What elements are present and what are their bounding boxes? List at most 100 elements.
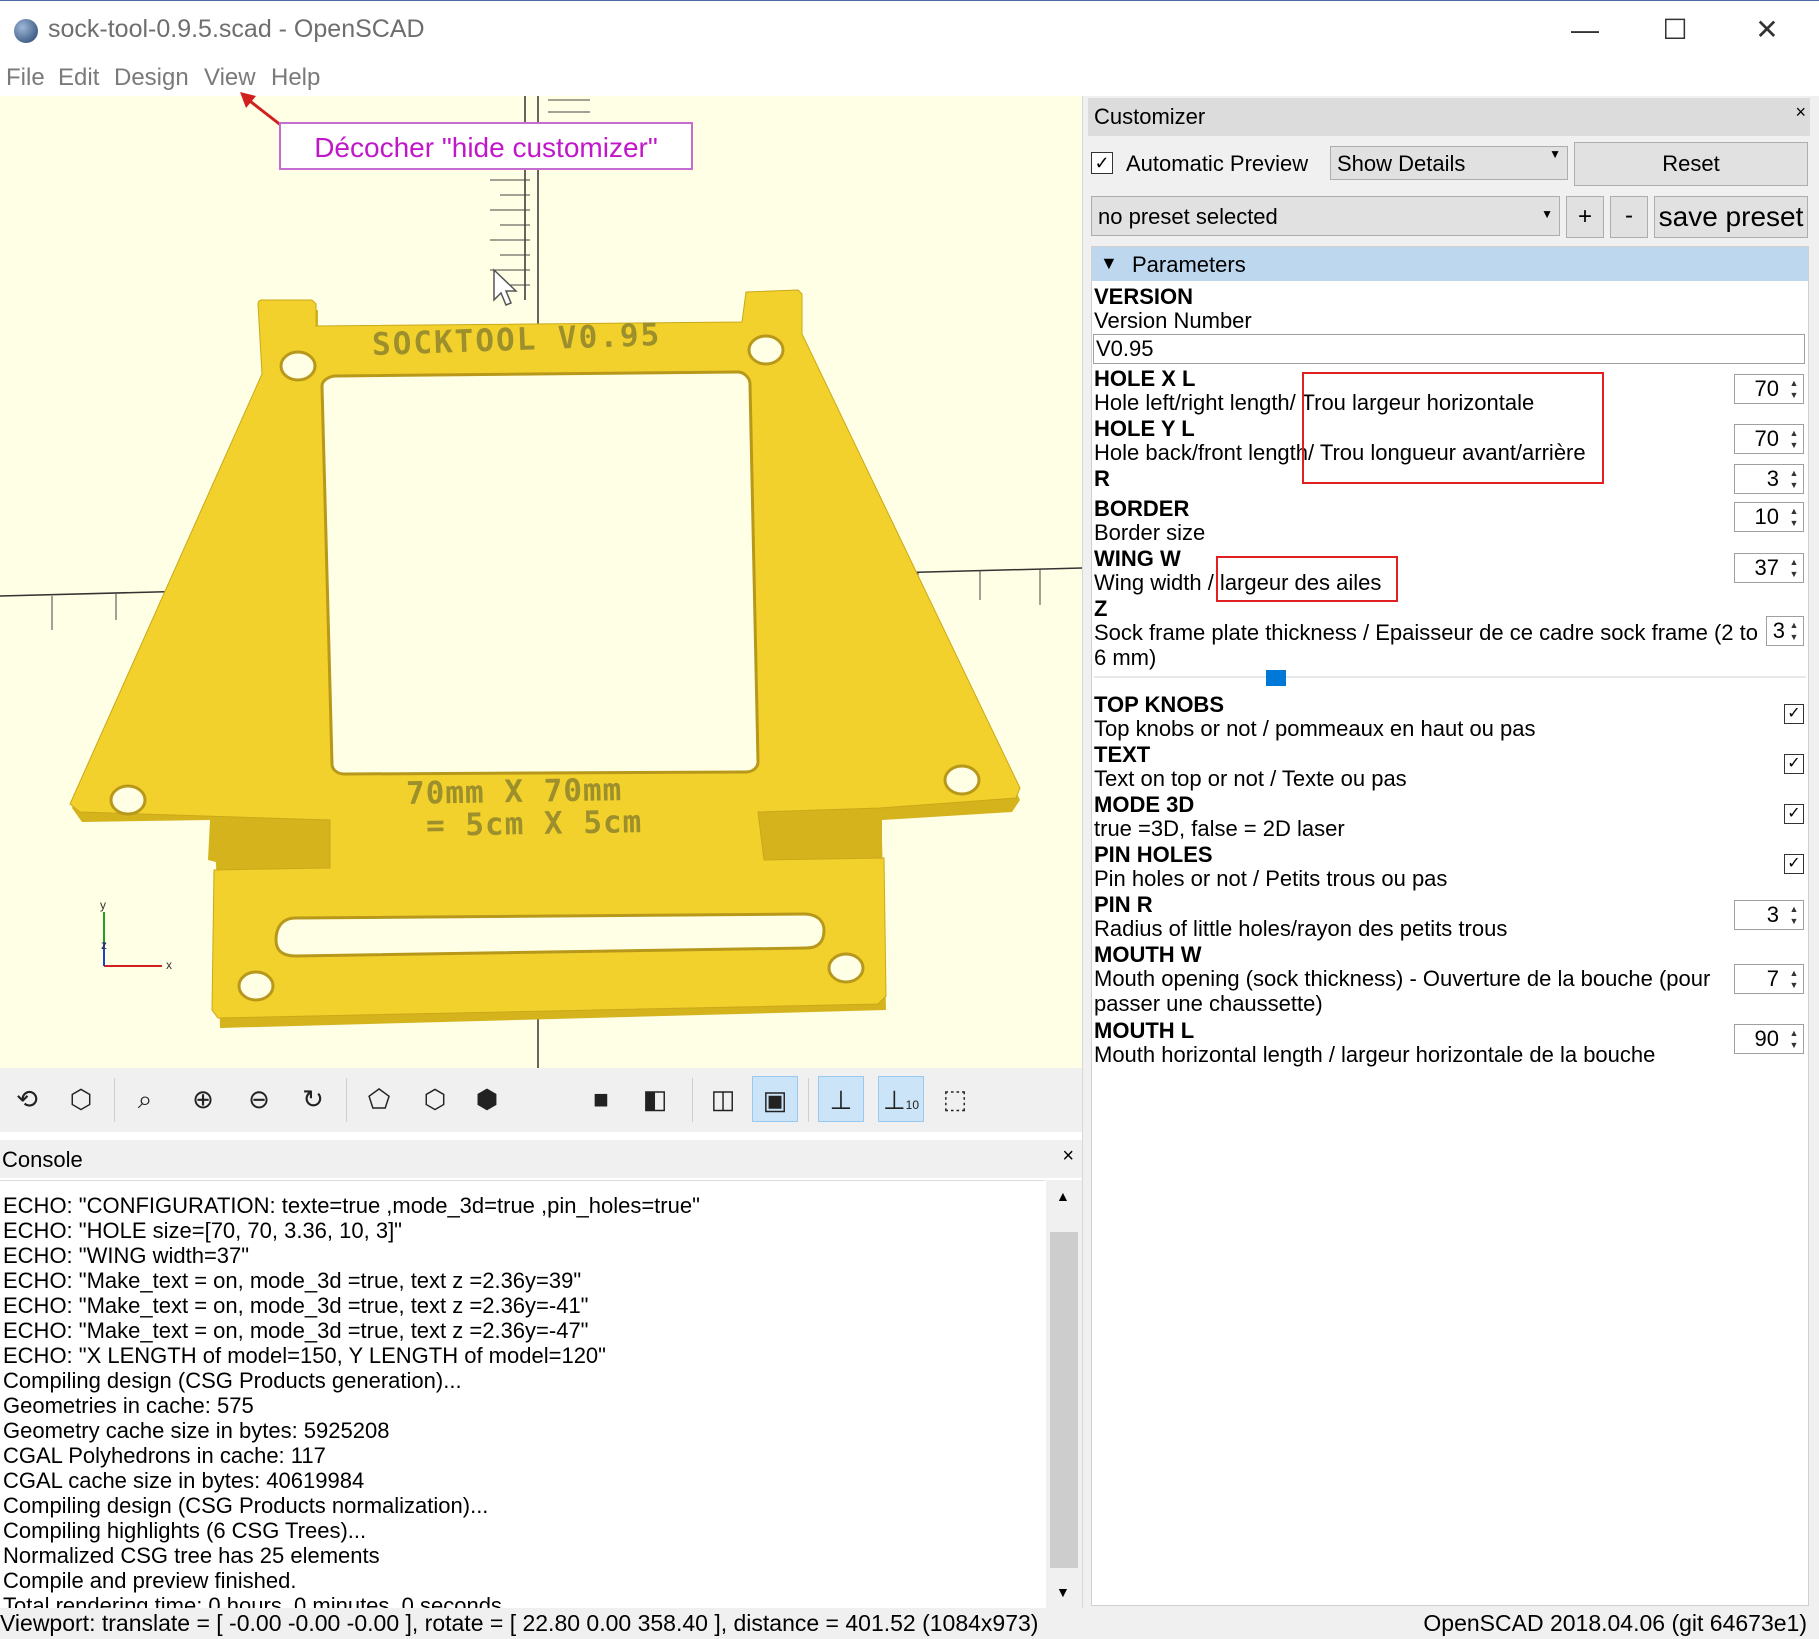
pin-holes-checkbox[interactable]: ✓ (1784, 854, 1804, 874)
customizer-header: Customizer × (1088, 98, 1810, 136)
param-top-knobs-desc: Top knobs or not / pommeaux en haut ou p… (1094, 716, 1536, 741)
text-checkbox[interactable]: ✓ (1784, 754, 1804, 774)
console-line: ECHO: "Make_text = on, mode_3d =true, te… (3, 1268, 582, 1293)
preview-icon[interactable]: ⟲ (4, 1076, 50, 1122)
menu-edit[interactable]: Edit (58, 64, 99, 92)
menu-design[interactable]: Design (114, 64, 189, 92)
preset-remove-button[interactable]: - (1610, 196, 1648, 238)
spin-arrows-icon: ▲ ▼ (1789, 620, 1799, 642)
view-top-icon[interactable]: ⬡ (412, 1076, 458, 1122)
pin-r-spinbox[interactable]: 3 ▲ ▼ (1734, 900, 1804, 930)
console-line: Total rendering time: 0 hours, 0 minutes… (3, 1593, 502, 1609)
parameters-group-header[interactable]: ▼ Parameters (1092, 247, 1808, 281)
perspective-icon[interactable]: ◫ (700, 1076, 746, 1122)
param-mouth-l-desc: Mouth horizontal length / largeur horizo… (1094, 1042, 1656, 1067)
preset-select[interactable]: no preset selected ▼ (1091, 196, 1560, 236)
show-scale-icon[interactable]: ⊥10 (878, 1076, 924, 1122)
status-bar: Viewport: translate = [ -0.00 -0.00 -0.0… (0, 1608, 1819, 1639)
param-mode3d-desc: true =3D, false = 2D laser (1094, 816, 1345, 841)
reset-button[interactable]: Reset (1574, 142, 1808, 186)
console-close-button[interactable]: × (1062, 1145, 1074, 1168)
console-line: ECHO: "CONFIGURATION: texte=true ,mode_3… (3, 1193, 700, 1218)
console-line: Geometries in cache: 575 (3, 1393, 254, 1418)
spin-arrows-icon: ▲ ▼ (1789, 1028, 1799, 1050)
zoom-out-icon[interactable]: ⊖ (236, 1076, 282, 1122)
console-line: ECHO: "X LENGTH of model=150, Y LENGTH o… (3, 1343, 606, 1368)
version-status: OpenSCAD 2018.04.06 (git 64673e1) (1423, 1610, 1807, 1636)
maximize-button[interactable]: ☐ (1640, 7, 1710, 53)
console-title: Console (2, 1147, 83, 1172)
console-line: ECHO: "Make_text = on, mode_3d =true, te… (3, 1318, 589, 1343)
axis-x-label: x (166, 958, 172, 972)
show-axes-icon[interactable]: ⊥ (818, 1076, 864, 1122)
auto-preview-checkbox[interactable]: ✓ (1091, 152, 1113, 174)
spin-arrows-icon: ▲ ▼ (1789, 506, 1799, 528)
render-icon[interactable]: ⬡ (58, 1076, 104, 1122)
param-pin-r-desc: Radius of little holes/rayon des petits … (1094, 916, 1508, 941)
param-text-desc: Text on top or not / Texte ou pas (1094, 766, 1407, 791)
show-edges-icon[interactable]: ⬚ (932, 1076, 978, 1122)
mouth-l-spinbox[interactable]: 90 ▲ ▼ (1734, 1024, 1804, 1054)
z-spinbox[interactable]: 3 ▲ ▼ (1766, 616, 1804, 646)
hole-y-spinbox[interactable]: 70 ▲ ▼ (1734, 424, 1804, 454)
customizer-close-button[interactable]: × (1795, 102, 1806, 123)
border-spinbox[interactable]: 10 ▲ ▼ (1734, 502, 1804, 532)
param-pin-holes-desc: Pin holes or not / Petits trous ou pas (1094, 866, 1448, 891)
param-wing-desc: Wing width / largeur des ailes (1094, 570, 1382, 595)
console-scroll-thumb[interactable] (1050, 1232, 1078, 1568)
wing-spinbox[interactable]: 37 ▲ ▼ (1734, 553, 1804, 583)
hole-x-spinbox[interactable]: 70 ▲ ▼ (1734, 374, 1804, 404)
param-r-heading: R (1094, 466, 1110, 491)
version-input[interactable] (1093, 334, 1805, 364)
annotation-red-box (1302, 372, 1604, 484)
console-line: ECHO: "WING width=37" (3, 1243, 250, 1268)
param-mouth-l-heading: MOUTH L (1094, 1018, 1195, 1043)
param-top-knobs-heading: TOP KNOBS (1094, 692, 1224, 717)
console-output[interactable]: ECHO: "CONFIGURATION: texte=true ,mode_3… (0, 1180, 1045, 1609)
spin-arrows-icon: ▲ ▼ (1789, 468, 1799, 490)
resize-handle[interactable] (1266, 670, 1286, 686)
collapse-arrow-icon[interactable]: ▼ (1100, 253, 1118, 274)
scroll-up-icon[interactable]: ▲ (1056, 1188, 1070, 1204)
auto-preview-label: Automatic Preview (1126, 151, 1309, 176)
close-button[interactable]: ✕ (1732, 7, 1802, 53)
save-preset-button[interactable]: save preset (1654, 196, 1808, 238)
spin-arrows-icon: ▲ ▼ (1789, 557, 1799, 579)
3d-viewport[interactable]: SOCKTOOL V0.95 70mm X 70mm = 5cm X 5cm x… (0, 96, 1082, 1068)
view-front-icon[interactable]: ◧ (632, 1076, 678, 1122)
annotation-red-box (1216, 556, 1398, 602)
zoom-all-icon[interactable]: ⌕ (122, 1076, 168, 1122)
console-line: Geometry cache size in bytes: 5925208 (3, 1418, 390, 1443)
details-select[interactable]: Show Details ▼ (1330, 146, 1568, 180)
orthogonal-icon[interactable]: ▣ (752, 1076, 798, 1122)
mouse-cursor-icon (493, 268, 518, 306)
r-spinbox[interactable]: 3 ▲ ▼ (1734, 464, 1804, 494)
window-title: sock-tool-0.9.5.scad - OpenSCAD (48, 15, 425, 43)
viewport-toolbar: ⟲ ⬡ ⌕ ⊕ ⊖ ↻ ⬠ ⬡ ⬢ ■ ◧ ◫ ▣ ⊥ ⊥10 ⬚ (0, 1068, 1082, 1132)
view-bottom-icon[interactable]: ⬢ (464, 1076, 510, 1122)
console-line: Normalized CSG tree has 25 elements (3, 1543, 380, 1568)
spin-arrows-icon: ▲ ▼ (1789, 378, 1799, 400)
scroll-down-icon[interactable]: ▼ (1056, 1584, 1070, 1600)
console-line: Compiling design (CSG Products generatio… (3, 1368, 462, 1393)
view-right-icon[interactable]: ⬠ (356, 1076, 402, 1122)
mode3d-checkbox[interactable]: ✓ (1784, 804, 1804, 824)
top-knobs-checkbox[interactable]: ✓ (1784, 704, 1804, 724)
viewport-status: Viewport: translate = [ -0.00 -0.00 -0.0… (0, 1610, 1039, 1636)
preset-add-button[interactable]: + (1566, 196, 1604, 238)
minimize-button[interactable]: — (1550, 7, 1620, 53)
param-mouth-w-desc: Mouth opening (sock thickness) - Ouvertu… (1094, 966, 1711, 1016)
menu-help[interactable]: Help (271, 64, 320, 92)
param-z-heading: Z (1094, 596, 1108, 621)
view-left-icon[interactable]: ■ (578, 1076, 624, 1122)
spin-arrows-icon: ▲ ▼ (1789, 428, 1799, 450)
menu-file[interactable]: File (6, 64, 45, 92)
param-mouth-w-heading: MOUTH W (1094, 942, 1202, 967)
menu-view[interactable]: View (204, 64, 256, 92)
parameters-label: Parameters (1132, 252, 1246, 277)
mouth-w-spinbox[interactable]: 7 ▲ ▼ (1734, 964, 1804, 994)
param-border-heading: BORDER (1094, 496, 1190, 521)
console-line: CGAL Polyhedrons in cache: 117 (3, 1443, 326, 1468)
reset-view-icon[interactable]: ↻ (290, 1076, 336, 1122)
zoom-in-icon[interactable]: ⊕ (180, 1076, 226, 1122)
